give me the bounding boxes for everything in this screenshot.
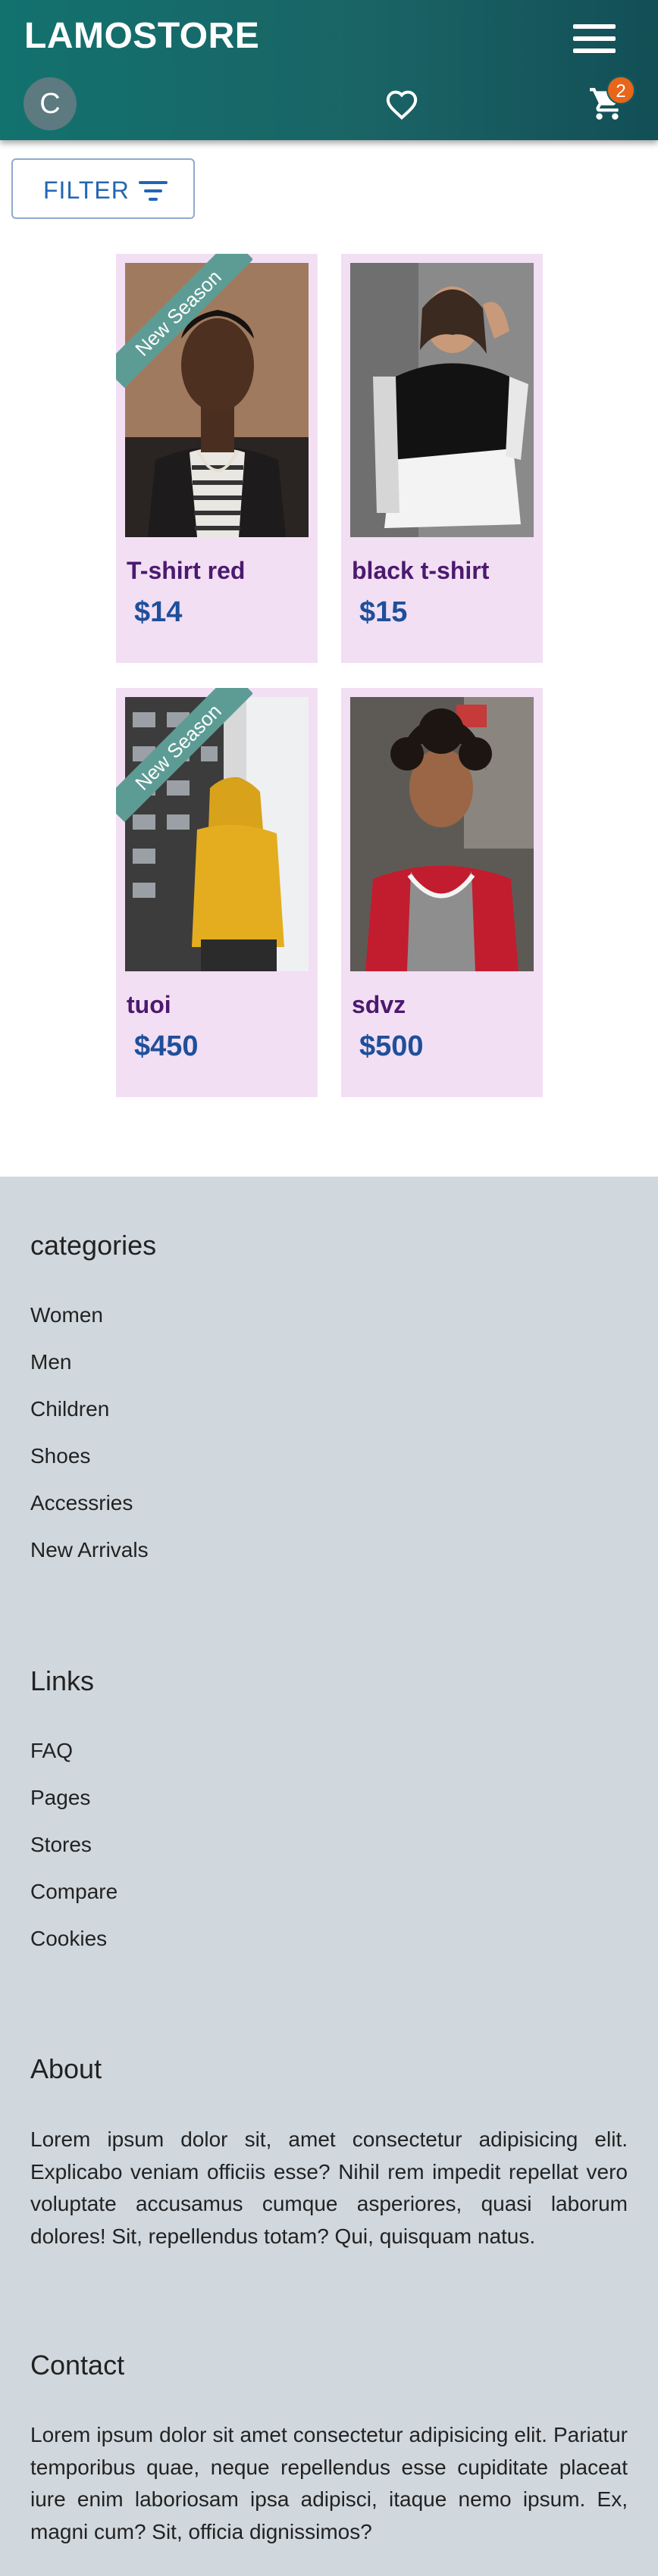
contact-text: Lorem ipsum dolor sit amet consectetur a… <box>30 2423 628 2543</box>
filter-button[interactable]: FILTER <box>11 158 195 219</box>
product-price: $14 <box>134 596 183 628</box>
product-name[interactable]: black t-shirt <box>352 557 489 585</box>
product-photo <box>350 263 534 537</box>
footer-link[interactable]: FAQ <box>30 1739 73 1763</box>
links-heading: Links <box>30 1665 95 1696</box>
product-card[interactable]: sdvz $500 <box>341 688 543 1097</box>
category-link[interactable]: Children <box>30 1397 109 1421</box>
product-card[interactable]: New Season tuoi $450 <box>116 688 318 1097</box>
categories-heading: categories <box>30 1230 157 1261</box>
footer-link[interactable]: Pages <box>30 1786 90 1810</box>
category-link[interactable]: Accessries <box>30 1491 133 1515</box>
hamburger-icon[interactable] <box>573 21 616 56</box>
new-season-ribbon: New Season <box>116 254 252 388</box>
footer-link[interactable]: Cookies <box>30 1927 107 1951</box>
filter-label: FILTER <box>43 177 130 204</box>
category-link[interactable]: New Arrivals <box>30 1538 149 1562</box>
product-price: $15 <box>359 596 408 628</box>
footer-link[interactable]: Stores <box>30 1833 92 1857</box>
contact-heading: Contact <box>30 2349 125 2381</box>
avatar[interactable]: C <box>24 77 77 130</box>
product-name[interactable]: sdvz <box>352 991 406 1019</box>
product-name[interactable]: T-shirt red <box>127 557 245 585</box>
filter-icon <box>139 180 171 202</box>
product-card[interactable]: New Season T-shirt red $14 <box>116 254 318 663</box>
category-link[interactable]: Women <box>30 1303 103 1327</box>
category-link[interactable]: Shoes <box>30 1444 90 1468</box>
product-photo <box>350 697 534 971</box>
category-link[interactable]: Men <box>30 1350 71 1374</box>
product-price: $500 <box>359 1030 424 1062</box>
product-card[interactable]: black t-shirt $15 <box>341 254 543 663</box>
heart-icon[interactable] <box>385 89 418 120</box>
footer-link[interactable]: Compare <box>30 1880 118 1904</box>
top-app-bar: LAMOSTORE C 2 <box>0 0 658 140</box>
footer: categories Women Men Children Shoes Acce… <box>0 1177 658 2576</box>
about-heading: About <box>30 2053 102 2084</box>
product-name[interactable]: tuoi <box>127 991 171 1019</box>
about-text: Lorem ipsum dolor sit, amet consectetur … <box>30 2127 628 2248</box>
product-price: $450 <box>134 1030 199 1062</box>
new-season-ribbon: New Season <box>116 688 252 822</box>
cart-count-badge: 2 <box>606 76 635 105</box>
brand-logo[interactable]: LAMOSTORE <box>24 15 259 57</box>
